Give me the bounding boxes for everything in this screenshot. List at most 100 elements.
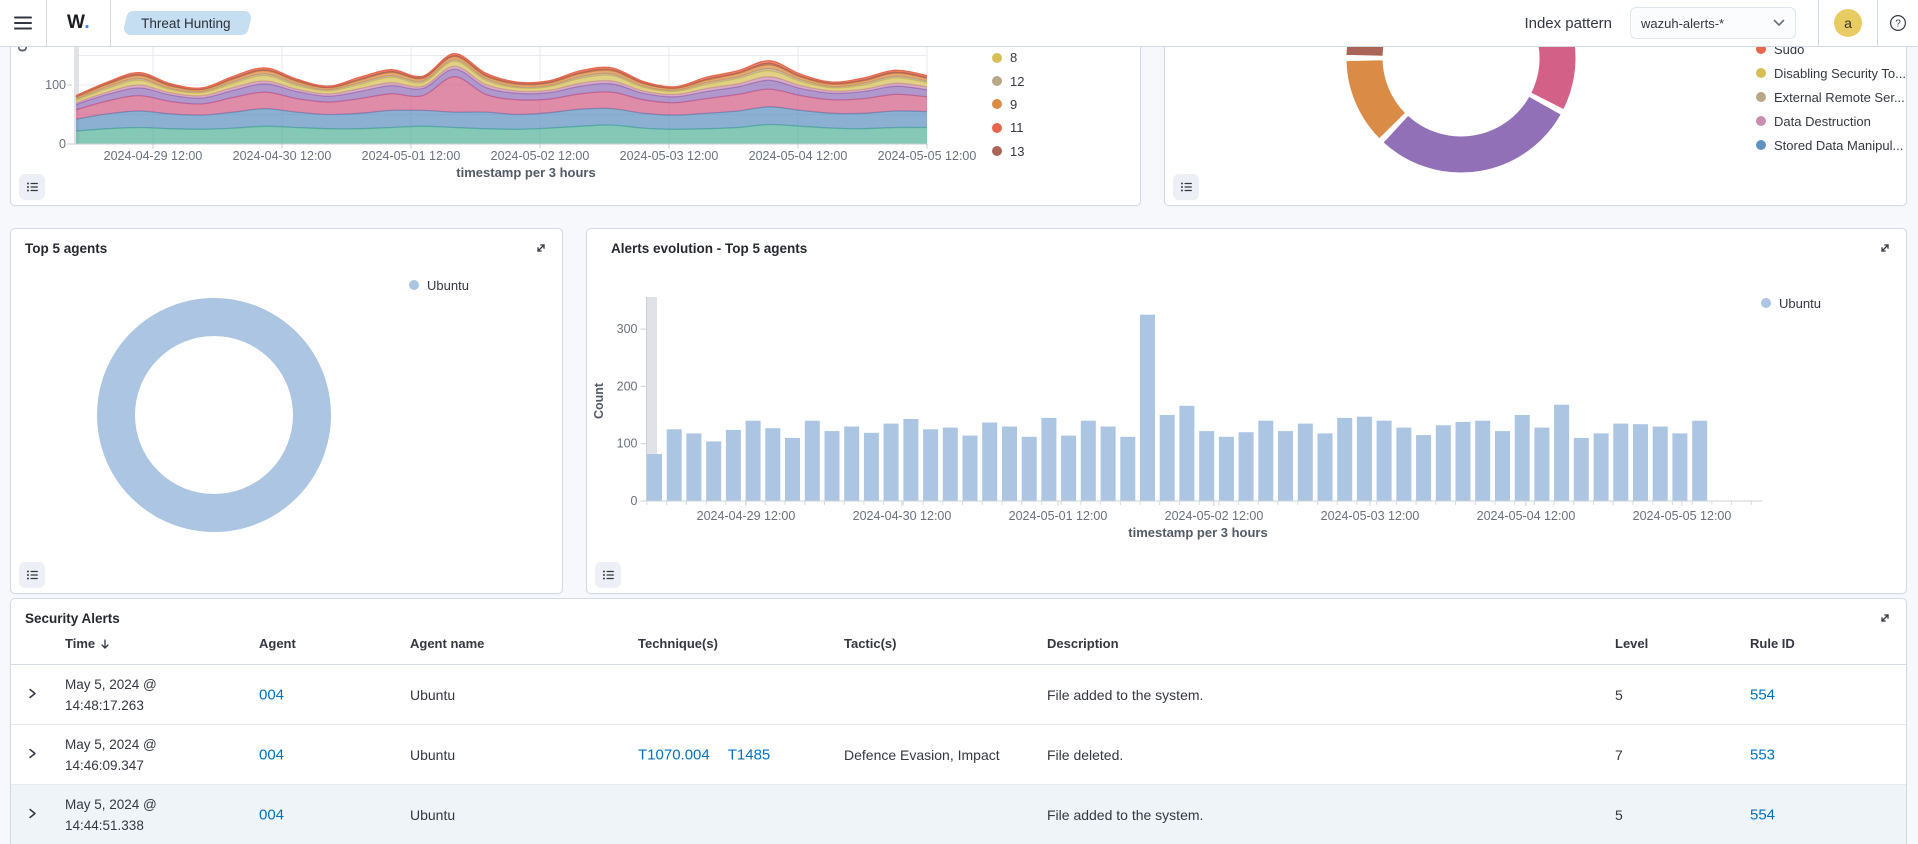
svg-text:100: 100 bbox=[45, 78, 66, 92]
rule-id-link[interactable]: 553 bbox=[1750, 746, 1775, 763]
top-5-agents-chart[interactable] bbox=[11, 229, 562, 593]
column-header-description[interactable]: Description bbox=[1047, 636, 1119, 651]
alerts-evolution-chart[interactable]: 01002003002024-04-29 12:002024-04-30 12:… bbox=[587, 229, 1906, 593]
legend-label: 8 bbox=[1010, 50, 1017, 65]
alerts-evolution-legend: Ubuntu bbox=[1761, 291, 1821, 315]
breadcrumb-threat-hunting[interactable]: Threat Hunting bbox=[125, 11, 250, 35]
table-body: May 5, 2024 @14:48:17.263004UbuntuFile a… bbox=[11, 664, 1906, 844]
alert-description: File deleted. bbox=[1047, 747, 1123, 763]
svg-text:2024-04-29 12:00: 2024-04-29 12:00 bbox=[104, 149, 203, 163]
inspect-button[interactable] bbox=[19, 174, 45, 200]
divider bbox=[110, 0, 111, 46]
agent-id-link[interactable]: 004 bbox=[259, 806, 284, 823]
index-pattern-label: Index pattern bbox=[1524, 15, 1612, 32]
column-header-tactics[interactable]: Tactic(s) bbox=[844, 636, 897, 651]
svg-text:2024-05-04 12:00: 2024-05-04 12:00 bbox=[1477, 509, 1576, 523]
legend-item[interactable]: 13 bbox=[992, 140, 1024, 163]
rule-id-link[interactable]: 554 bbox=[1750, 806, 1775, 823]
threat-hunting-dashboard: 0 100 2024-04-29 12:00 2024-04-30 12:00 2024… bbox=[0, 0, 1918, 844]
index-pattern-value: wazuh-alerts-* bbox=[1641, 16, 1724, 31]
legend-label: Disabling Security To... bbox=[1774, 66, 1906, 81]
agent-id-link[interactable]: 004 bbox=[259, 746, 284, 763]
svg-text:2024-05-01 12:00: 2024-05-01 12:00 bbox=[1009, 509, 1108, 523]
column-header-agent[interactable]: Agent bbox=[259, 636, 296, 651]
panel-security-alerts: Security Alerts Time Agent Agent name Te… bbox=[10, 598, 1907, 844]
agent-id-link[interactable]: 004 bbox=[259, 686, 284, 703]
legend-item[interactable]: Stored Data Manipul... bbox=[1756, 133, 1906, 157]
legend-item[interactable]: 8 bbox=[992, 46, 1024, 69]
legend-item[interactable]: 11 bbox=[992, 116, 1024, 139]
alert-level: 7 bbox=[1615, 747, 1623, 763]
svg-text:timestamp per 3 hours: timestamp per 3 hours bbox=[1128, 525, 1267, 540]
legend-label: 11 bbox=[1010, 120, 1024, 135]
index-pattern-select[interactable]: wazuh-alerts-* bbox=[1630, 7, 1796, 39]
alert-description: File added to the system. bbox=[1047, 807, 1203, 823]
tactics-text: Defence Evasion, Impact bbox=[844, 747, 1000, 763]
alert-time: May 5, 2024 @14:44:51.338 bbox=[65, 794, 157, 836]
svg-text:2024-05-05 12:00: 2024-05-05 12:00 bbox=[1633, 509, 1732, 523]
hamburger-icon bbox=[14, 15, 32, 31]
menu-button[interactable] bbox=[0, 0, 46, 46]
agent-name: Ubuntu bbox=[410, 687, 455, 703]
technique-link[interactable]: T1485 bbox=[728, 746, 771, 763]
svg-text:100: 100 bbox=[617, 437, 638, 451]
legend-label: Stored Data Manipul... bbox=[1774, 138, 1903, 153]
panel-title: Security Alerts bbox=[25, 611, 120, 626]
wazuh-logo[interactable]: W. bbox=[47, 12, 110, 34]
inspect-button[interactable] bbox=[595, 562, 621, 588]
legend-dot-icon bbox=[1761, 298, 1771, 308]
help-icon[interactable]: ? bbox=[1878, 0, 1918, 46]
alert-level: 5 bbox=[1615, 807, 1623, 823]
row-expand-button[interactable] bbox=[23, 804, 41, 825]
svg-text:2024-05-02 12:00: 2024-05-02 12:00 bbox=[1165, 509, 1264, 523]
legend-item[interactable]: External Remote Ser... bbox=[1756, 85, 1906, 109]
legend-item[interactable]: 9 bbox=[992, 93, 1024, 116]
expand-button[interactable] bbox=[1874, 607, 1896, 629]
chevron-right-icon bbox=[25, 806, 39, 820]
svg-text:2024-05-01 12:00: 2024-05-01 12:00 bbox=[362, 149, 461, 163]
legend-label: Ubuntu bbox=[427, 278, 469, 293]
legend-item[interactable]: 12 bbox=[992, 69, 1024, 92]
inspect-button[interactable] bbox=[19, 562, 45, 588]
svg-text:2024-05-05 12:00: 2024-05-05 12:00 bbox=[878, 149, 977, 163]
technique-link[interactable]: T1070.004 bbox=[638, 746, 710, 763]
rule-id-link[interactable]: 554 bbox=[1750, 686, 1775, 703]
sort-arrow-down-icon bbox=[99, 638, 111, 650]
legend-item[interactable]: Disabling Security To... bbox=[1756, 61, 1906, 85]
list-icon bbox=[601, 567, 615, 583]
svg-text:0: 0 bbox=[59, 137, 66, 151]
svg-text:Count: Count bbox=[592, 382, 606, 419]
legend-dot-icon bbox=[992, 99, 1002, 109]
svg-text:200: 200 bbox=[617, 379, 638, 393]
legend-dot-icon bbox=[992, 53, 1002, 63]
svg-text:2024-04-30 12:00: 2024-04-30 12:00 bbox=[233, 149, 332, 163]
alert-table-row: May 5, 2024 @14:48:17.263004UbuntuFile a… bbox=[11, 665, 1906, 725]
breadcrumb-label: Threat Hunting bbox=[141, 16, 230, 31]
list-icon bbox=[25, 567, 39, 583]
technique-links[interactable]: T1070.004 T1485 bbox=[638, 746, 788, 763]
agent-name: Ubuntu bbox=[410, 747, 455, 763]
row-expand-button[interactable] bbox=[23, 744, 41, 765]
list-icon bbox=[25, 179, 39, 195]
user-avatar[interactable]: a bbox=[1834, 9, 1862, 37]
inspect-button[interactable] bbox=[1173, 174, 1199, 200]
row-expand-button[interactable] bbox=[23, 684, 41, 705]
legend-item[interactable]: Ubuntu bbox=[1761, 291, 1821, 315]
question-circle-icon: ? bbox=[1889, 14, 1907, 32]
column-header-time[interactable]: Time bbox=[65, 636, 111, 651]
table-header: Time Agent Agent name Technique(s) Tacti… bbox=[11, 636, 1906, 664]
legend-item[interactable]: Data Destruction bbox=[1756, 109, 1906, 133]
svg-text:2024-05-02 12:00: 2024-05-02 12:00 bbox=[491, 149, 590, 163]
legend-dot-icon bbox=[1756, 140, 1766, 150]
legend-dot-icon bbox=[1756, 116, 1766, 126]
column-header-techniques[interactable]: Technique(s) bbox=[638, 636, 718, 651]
svg-text:2024-05-03 12:00: 2024-05-03 12:00 bbox=[620, 149, 719, 163]
legend-label: Ubuntu bbox=[1779, 296, 1821, 311]
list-icon bbox=[1179, 179, 1193, 195]
column-header-rule-id[interactable]: Rule ID bbox=[1750, 636, 1795, 651]
panel-alerts-evolution: Alerts evolution - Top 5 agents 01002003… bbox=[586, 228, 1907, 594]
column-header-level[interactable]: Level bbox=[1615, 636, 1648, 651]
column-header-agent-name[interactable]: Agent name bbox=[410, 636, 484, 651]
legend-item[interactable]: Ubuntu bbox=[409, 273, 469, 297]
chevron-right-icon bbox=[25, 686, 39, 700]
